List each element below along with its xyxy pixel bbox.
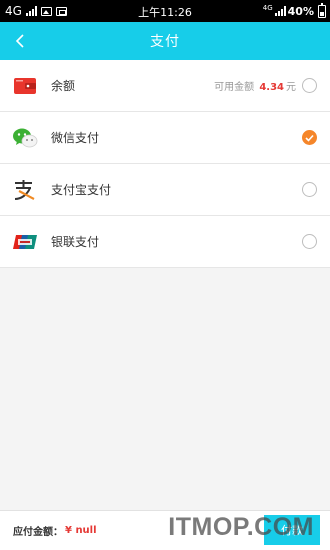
image-notification-icon: [40, 6, 52, 16]
wallet-icon: [12, 73, 38, 99]
payment-option-label: 支付宝支付: [51, 183, 112, 197]
payment-option-label: 余额: [51, 79, 76, 93]
back-button[interactable]: [6, 26, 34, 56]
battery-icon: [318, 2, 326, 18]
payment-option-label: 微信支付: [51, 131, 100, 145]
payment-option-label: 银联支付: [51, 235, 100, 249]
checkmark-icon: [305, 134, 314, 142]
signal-icon-right: [274, 6, 286, 16]
radio-wechat[interactable]: [302, 130, 317, 145]
amount-due-label: 应付金额：: [13, 527, 63, 538]
payment-option-wechat[interactable]: 微信支付: [0, 112, 330, 164]
payment-method-list: 余额 可用金额 4.34 元 微信支付 支付宝支付 银联支付: [0, 60, 330, 268]
radio-balance[interactable]: [302, 78, 317, 93]
radio-alipay[interactable]: [302, 182, 317, 197]
window-notification-icon: [55, 6, 67, 16]
unionpay-icon: [12, 229, 38, 255]
available-balance: 可用金额 4.34 元: [214, 78, 296, 93]
payment-option-balance[interactable]: 余额 可用金额 4.34 元: [0, 60, 330, 112]
battery-percent: 40%: [287, 4, 314, 18]
page-title: 支付: [150, 34, 180, 50]
status-bar: 4G 上午11:26 4G 40%: [0, 0, 330, 22]
chevron-left-icon: [15, 34, 24, 48]
payment-option-alipay[interactable]: 支付宝支付: [0, 164, 330, 216]
amount-due-value: ¥ null: [65, 525, 97, 536]
available-balance-unit: 元: [286, 82, 296, 93]
wechat-icon: [12, 125, 38, 151]
signal-icon: [25, 6, 37, 16]
network-type: 4G: [5, 4, 22, 18]
header-bar: 支付: [0, 22, 330, 60]
network-type-small: 4G: [262, 4, 273, 12]
radio-unionpay[interactable]: [302, 234, 317, 249]
available-balance-label: 可用金额: [214, 82, 255, 93]
bottom-bar: 应付金额： ¥ null 付款: [0, 510, 330, 550]
alipay-icon: [12, 177, 38, 203]
payment-option-unionpay[interactable]: 银联支付: [0, 216, 330, 268]
pay-button[interactable]: 付款: [264, 515, 320, 545]
available-balance-amount: 4.34: [259, 82, 284, 93]
